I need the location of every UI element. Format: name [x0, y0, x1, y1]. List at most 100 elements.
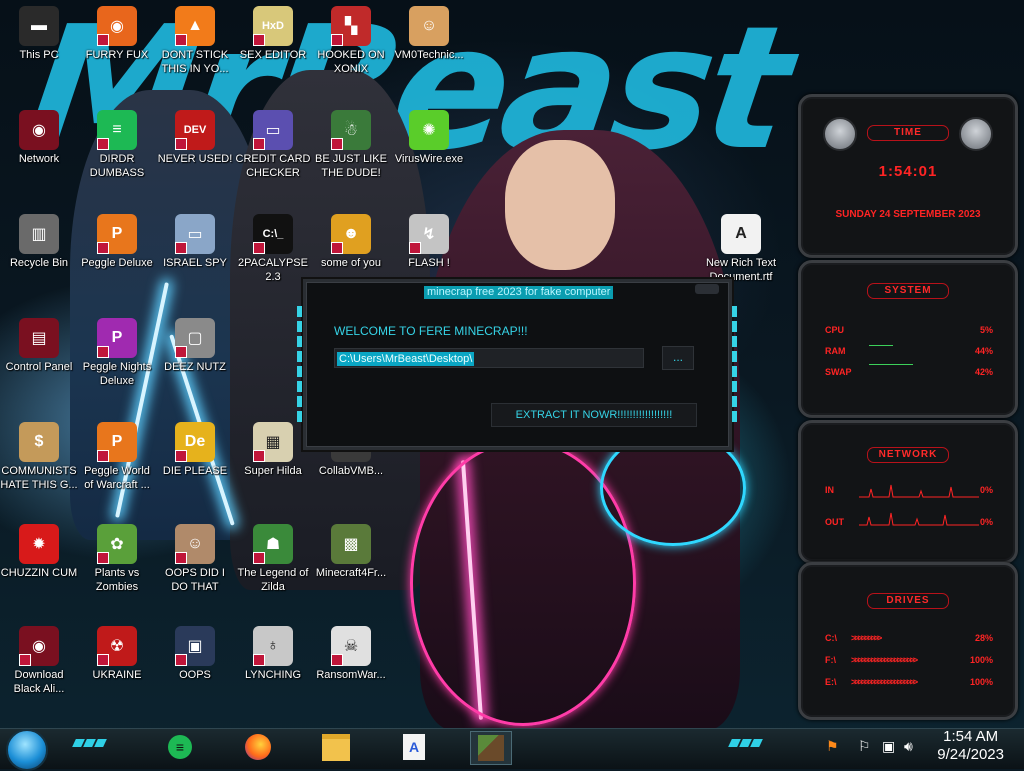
desktop-icon[interactable]: ▭ CREDIT CARD CHECKER	[234, 110, 312, 180]
taskbar-wordpad-button[interactable]: A	[394, 731, 434, 763]
desktop-icon[interactable]: ✹ CHUZZIN CUM	[0, 524, 78, 580]
app-icon: ✹	[19, 524, 59, 564]
wallpaper-face	[505, 140, 615, 270]
shortcut-arrow-icon	[175, 552, 187, 564]
drives-gadget[interactable]: DRIVES C:\ >>>>>>>>> 28% F:\ >>>>>>>>>>>>>>…	[798, 562, 1018, 720]
taskbar-file-explorer-button[interactable]	[316, 731, 356, 763]
desktop-icon[interactable]: ◉ Network	[0, 110, 78, 166]
desktop-icon[interactable]: ≡ DIRDR DUMBASS	[78, 110, 156, 180]
network-gadget-header: NETWORK	[867, 447, 949, 463]
desktop-icon[interactable]: ▢ DEEZ NUTZ	[156, 318, 234, 374]
ram-graph	[869, 345, 893, 346]
app-icon: ▬	[19, 6, 59, 46]
desktop-icon[interactable]: ☢ UKRAINE	[78, 626, 156, 682]
app-icon: ◉	[19, 110, 59, 150]
desktop-icon[interactable]: P Peggle Deluxe	[78, 214, 156, 270]
firefox-icon	[245, 734, 271, 760]
desktop-icon[interactable]: ✺ VirusWire.exe	[390, 110, 468, 166]
desktop-icon[interactable]: ☺ OOPS DID I DO THAT	[156, 524, 234, 594]
app-icon: ▥	[19, 214, 59, 254]
app-icon: ☻	[331, 214, 371, 254]
gadget-date: SUNDAY 24 SEPTEMBER 2023	[835, 209, 981, 220]
taskbar-firefox-button[interactable]	[238, 731, 278, 763]
desktop-icon-label: NEVER USED!	[157, 153, 233, 165]
shortcut-arrow-icon	[331, 654, 343, 666]
swap-graph	[869, 364, 913, 365]
shortcut-arrow-icon	[331, 34, 343, 46]
desktop-icon[interactable]: ▣ OOPS	[156, 626, 234, 682]
tray-volume-icon[interactable]: 🔊︎	[904, 738, 913, 755]
desktop-icon[interactable]: ☠ RansomWar...	[312, 626, 390, 682]
desktop-icon[interactable]: $ COMMUNISTS HATE THIS G...	[0, 422, 78, 492]
app-icon: ☢	[97, 626, 137, 666]
extract-button[interactable]: EXTRACT IT NOWR!!!!!!!!!!!!!!!!!!	[491, 403, 697, 427]
network-gadget[interactable]: NETWORK IN 0% OUT 0%	[798, 420, 1018, 564]
app-icon: $	[19, 422, 59, 462]
desktop-icon[interactable]: ☗ The Legend of Zilda	[234, 524, 312, 594]
taskbar-date: 9/24/2023	[937, 746, 1004, 763]
desktop-icon[interactable]: ◉ FURRY FUX	[78, 6, 156, 62]
net-out-value: 0%	[979, 517, 993, 527]
desktop-icon[interactable]: ▲ DONT STICK THIS IN YO...	[156, 6, 234, 76]
desktop-icon[interactable]: ✿ Plants vs Zombies	[78, 524, 156, 594]
system-gadget[interactable]: SYSTEM CPU 5% RAM 44% SWAP 42%	[798, 260, 1018, 418]
desktop-icon[interactable]: C:\_ 2PACALYPSE 2.3	[234, 214, 312, 284]
desktop-icon[interactable]: ♁ LYNCHING	[234, 626, 312, 682]
app-icon: ▦	[253, 422, 293, 462]
ram-value: 44%	[974, 346, 993, 356]
shortcut-arrow-icon	[175, 34, 187, 46]
app-icon: ▩	[331, 524, 371, 564]
desktop-icon-label: BE JUST LIKE THE DUDE!	[315, 153, 387, 179]
desktop-icon-label: UKRAINE	[92, 669, 142, 681]
shortcut-arrow-icon	[175, 138, 187, 150]
installer-dialog: minecrap free 2023 for fake computer WEL…	[297, 279, 737, 450]
shortcut-arrow-icon	[97, 138, 109, 150]
desktop-icon-label: SEX EDITOR	[239, 49, 307, 61]
app-icon: ▭	[175, 214, 215, 254]
desktop-icon[interactable]: P Peggle World of Warcraft ...	[78, 422, 156, 492]
tray-security-icon[interactable]: ⚐	[858, 738, 871, 755]
desktop-icon-label: Super Hilda	[244, 465, 302, 477]
app-icon: ≡	[97, 110, 137, 150]
desktop-icon[interactable]: HxD SEX EDITOR	[234, 6, 312, 62]
desktop-icon[interactable]: ↯ FLASH !	[390, 214, 468, 270]
desktop-icon-label: DIRDR DUMBASS	[89, 153, 145, 179]
desktop-icon[interactable]: ☻ some of you	[312, 214, 390, 270]
extract-path-input[interactable]: C:\Users\MrBeast\Desktop\	[334, 348, 644, 368]
swap-value: 42%	[974, 367, 993, 377]
desktop-icon[interactable]: ▤ Control Panel	[0, 318, 78, 374]
net-out-label: OUT	[825, 517, 844, 527]
desktop-icon[interactable]: ▚ HOOKED ON XONIX	[312, 6, 390, 76]
app-icon: P	[97, 318, 137, 358]
desktop-icon[interactable]: ▭ ISRAEL SPY	[156, 214, 234, 270]
desktop-icon-label: CHUZZIN CUM	[0, 567, 78, 579]
tray-network-icon[interactable]: ▣	[882, 738, 895, 755]
desktop-icon[interactable]: ▥ Recycle Bin	[0, 214, 78, 270]
dialog-close-button[interactable]	[695, 284, 719, 294]
app-icon: ☺	[175, 524, 215, 564]
desktop-icon[interactable]: De DIE PLEASE	[156, 422, 234, 478]
tray-flame-icon[interactable]: ⚑	[826, 738, 839, 755]
drives-gadget-header: DRIVES	[867, 593, 949, 609]
desktop-icon[interactable]: ☃ BE JUST LIKE THE DUDE!	[312, 110, 390, 180]
desktop-icon-label: DONT STICK THIS IN YO...	[161, 49, 229, 75]
desktop-icon[interactable]: P Peggle Nights Deluxe	[78, 318, 156, 388]
desktop-icon[interactable]: ☺ VM0Technic...	[390, 6, 468, 62]
desktop-icon-label: OOPS DID I DO THAT	[165, 567, 225, 593]
desktop-icon[interactable]: DEV NEVER USED!	[156, 110, 234, 166]
shortcut-arrow-icon	[19, 654, 31, 666]
time-gadget[interactable]: TIME 1:54:01 SUNDAY 24 SEPTEMBER 2023	[798, 94, 1018, 258]
taskbar-spotify-button[interactable]: ≡	[160, 731, 200, 763]
start-button[interactable]	[6, 729, 48, 771]
wordpad-icon: A	[403, 734, 425, 760]
desktop-icon[interactable]: ▬ This PC	[0, 6, 78, 62]
shortcut-arrow-icon	[253, 138, 265, 150]
browse-button[interactable]: ...	[662, 346, 694, 370]
desktop-icon[interactable]: A New Rich Text Document.rtf	[702, 214, 780, 284]
shortcut-arrow-icon	[175, 346, 187, 358]
taskbar-clock[interactable]: 1:54 AM 9/24/2023	[937, 728, 1004, 764]
desktop-icon-label: ISRAEL SPY	[163, 257, 227, 269]
desktop-icon[interactable]: ◉ Download Black Ali...	[0, 626, 78, 696]
desktop-icon[interactable]: ▩ Minecraft4Fr...	[312, 524, 390, 580]
taskbar-minecraft-button[interactable]	[470, 731, 512, 765]
